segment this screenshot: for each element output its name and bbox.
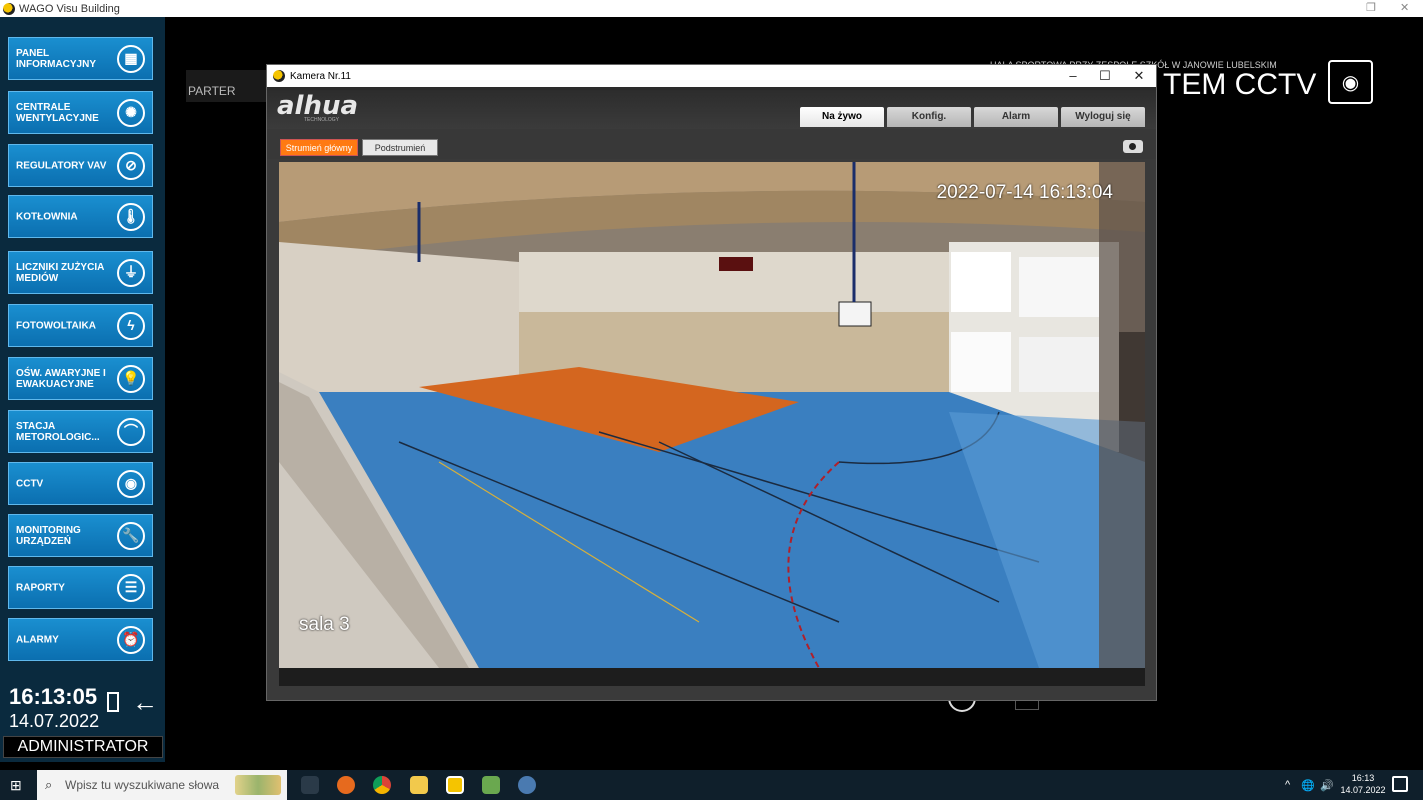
sidebar-item-2[interactable]: REGULATORY VAV ⊘ [8, 144, 153, 187]
search-highlight-icon [235, 775, 281, 795]
stream-bar: Strumień główny Podstrumień [267, 129, 1156, 159]
wrench-icon: 🔧 [117, 521, 145, 550]
camera-window-titlebar: Kamera Nr.11 – ☐ ✕ [267, 65, 1156, 87]
camera-window: Kamera Nr.11 – ☐ ✕ alhua TECHNOLOGY Na ż… [266, 64, 1157, 701]
sidebar-item-9[interactable]: MONITORING URZĄDZEŃ 🔧 [8, 514, 153, 557]
tab-config[interactable]: Konfig. [887, 107, 971, 127]
sidebar-item-1[interactable]: CENTRALE WENTYLACYJNE ✺ [8, 91, 153, 134]
logout-door-icon[interactable] [107, 692, 119, 712]
tab-live[interactable]: Na żywo [800, 107, 884, 127]
back-arrow-icon[interactable]: ← [132, 687, 158, 718]
sidebar-item-4[interactable]: LICZNIKI ZUŻYCIA MEDIÓW ⏚ [8, 251, 153, 294]
fan-icon: ✺ [117, 98, 145, 127]
app-icon-2[interactable] [518, 776, 536, 794]
sidebar-item-label: KOTŁOWNIA [16, 211, 78, 222]
volume-icon[interactable]: 🔊 [1320, 779, 1334, 792]
sidebar-item-8[interactable]: CCTV ◉ [8, 462, 153, 505]
panel-icon: ▦ [117, 44, 145, 73]
sidebar-item-7[interactable]: STACJA METOROLOGIC... ⌒ [8, 410, 153, 453]
camera-video[interactable]: 2022-07-14 16:13:04 sala 3 [279, 162, 1145, 668]
sidebar-item-label: STACJA METOROLOGIC... [16, 420, 100, 443]
app-title: WAGO Visu Building [19, 2, 120, 15]
bulb-icon: 💡 [117, 364, 145, 393]
snapshot-icon[interactable] [1123, 140, 1143, 153]
clock: 16:13:05 [9, 684, 98, 709]
tray-clock[interactable]: 16:13 14.07.2022 [1340, 772, 1386, 796]
close-icon[interactable]: ✕ [1400, 1, 1409, 14]
sidebar-item-11[interactable]: ALARMY ⏰ [8, 618, 153, 661]
maximize-icon[interactable]: ☐ [1091, 67, 1119, 85]
sidebar-item-5[interactable]: FOTOWOLTAIKA ϟ [8, 304, 153, 347]
tray-time: 16:13 [1351, 773, 1375, 783]
main-stream-button[interactable]: Strumień główny [280, 139, 358, 156]
network-icon[interactable]: 🌐 [1301, 779, 1315, 792]
restore-icon[interactable]: ❐ [1366, 1, 1376, 14]
cctv-camera-icon: ◉ [1328, 60, 1373, 104]
file-explorer-icon[interactable] [410, 776, 428, 794]
notification-icon[interactable] [1392, 776, 1408, 792]
taskbar: ⊞ ⌕ Wpisz tu wyszukiwane słowa ^ 🌐 🔊 16:… [0, 770, 1423, 800]
wago-app-icon[interactable] [446, 776, 464, 794]
taskbar-search[interactable]: ⌕ Wpisz tu wyszukiwane słowa [37, 770, 287, 800]
tab-logout[interactable]: Wyloguj się [1061, 107, 1145, 127]
sidebar-item-6[interactable]: OŚW. AWARYJNE I EWAKUACYJNE 💡 [8, 357, 153, 400]
osd-timestamp: 2022-07-14 16:13:04 [936, 182, 1113, 203]
camera-window-title: Kamera Nr.11 [290, 70, 351, 82]
video-status-bar [279, 668, 1145, 686]
list-icon: ☰ [117, 573, 145, 602]
weather-icon: ⌒ [117, 417, 145, 446]
sidebar-item-label: CENTRALE WENTYLACYJNE [16, 101, 99, 124]
wago-logo-icon [273, 70, 285, 82]
task-view-icon[interactable] [301, 776, 319, 794]
sidebar-item-label: CCTV [16, 478, 44, 489]
osd-camera-name: sala 3 [299, 614, 350, 635]
camera-header: alhua TECHNOLOGY Na żywo Konfig. Alarm W… [267, 87, 1156, 129]
gym-scene [279, 162, 1145, 668]
app-icon[interactable] [482, 776, 500, 794]
minimize-icon[interactable]: – [1059, 67, 1087, 85]
chrome-icon[interactable] [373, 776, 391, 794]
hidden-icon-2 [1015, 700, 1039, 710]
sidebar-item-3[interactable]: KOTŁOWNIA 🌡 [8, 195, 153, 238]
firefox-icon[interactable] [337, 776, 355, 794]
windows-start-icon[interactable]: ⊞ [10, 777, 22, 794]
meter-icon: ⏚ [117, 258, 145, 287]
gauge-icon: ⊘ [117, 151, 145, 180]
page-title: TEM CCTV [1163, 68, 1317, 101]
tab-alarm[interactable]: Alarm [974, 107, 1058, 127]
close-icon[interactable]: ✕ [1125, 67, 1153, 85]
sidebar-item-label: PANEL INFORMACYJNY [16, 47, 97, 70]
tray-chevron-icon[interactable]: ^ [1285, 779, 1290, 791]
floor-label[interactable]: PARTER [186, 70, 270, 102]
sidebar-item-label: FOTOWOLTAIKA [16, 320, 96, 331]
sidebar-item-label: RAPORTY [16, 582, 65, 593]
sub-stream-button[interactable]: Podstrumień [362, 139, 438, 156]
date: 14.07.2022 [9, 711, 100, 731]
sidebar-item-10[interactable]: RAPORTY ☰ [8, 566, 153, 609]
search-icon: ⌕ [45, 777, 53, 792]
search-placeholder: Wpisz tu wyszukiwane słowa [65, 778, 220, 792]
user-label: ADMINISTRATOR [3, 736, 163, 758]
sidebar-item-label: LICZNIKI ZUŻYCIA MEDIÓW [16, 261, 104, 284]
alarm-icon: ⏰ [117, 625, 145, 654]
lightning-icon: ϟ [117, 311, 145, 340]
dahua-logo-sub: TECHNOLOGY [304, 117, 340, 123]
tray-date: 14.07.2022 [1340, 785, 1386, 795]
sidebar-item-label: MONITORING URZĄDZEŃ [16, 524, 81, 547]
wago-logo-icon [3, 2, 15, 15]
sidebar-item-label: OŚW. AWARYJNE I EWAKUACYJNE [16, 367, 106, 390]
thermometer-icon: 🌡 [117, 202, 145, 231]
app-titlebar: WAGO Visu Building ❐ ✕ [0, 0, 1423, 17]
sidebar-item-0[interactable]: PANEL INFORMACYJNY ▦ [8, 37, 153, 80]
camera-icon: ◉ [117, 469, 145, 498]
sidebar-item-label: ALARMY [16, 634, 59, 645]
sidebar-item-label: REGULATORY VAV [16, 160, 107, 171]
